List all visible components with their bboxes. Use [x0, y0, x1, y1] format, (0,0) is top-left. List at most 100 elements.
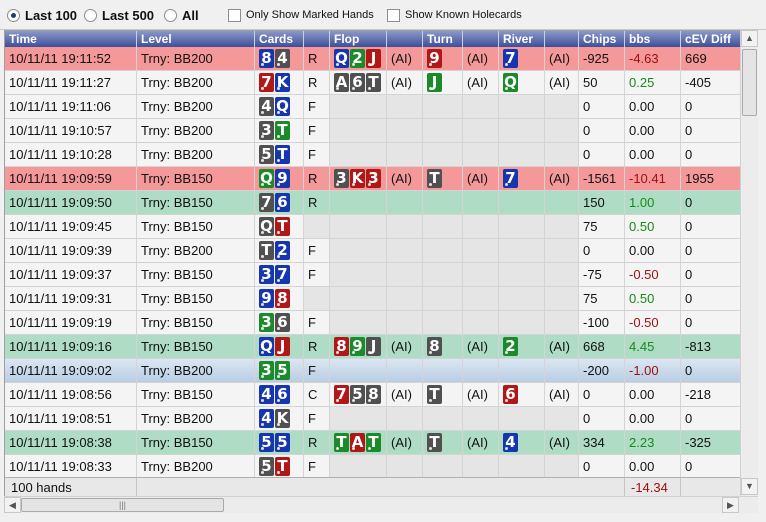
level-cell: Trny: BB150 [137, 263, 255, 286]
action-cell: F [304, 407, 330, 430]
playing-card: T [259, 241, 274, 260]
table-row[interactable]: 10/11/11 19:10:28 Trny: BB200 5 T F 0 0.00 0 [5, 143, 740, 167]
bbs-cell: 0.00 [625, 383, 681, 406]
scroll-up-icon[interactable]: ▲ [741, 30, 758, 47]
turn-cards [423, 263, 463, 286]
table-row[interactable]: 10/11/11 19:08:51 Trny: BB200 4 K F 0 0.00 0 [5, 407, 740, 431]
column-header-chips[interactable]: Chips [579, 31, 625, 47]
flop-ai-cell [387, 119, 423, 142]
only-marked-label: Only Show Marked Hands [246, 9, 374, 21]
column-header-flop[interactable]: Flop [330, 31, 387, 47]
column-header-time[interactable]: Time [5, 31, 137, 47]
table-row[interactable]: 10/11/11 19:09:37 Trny: BB150 3 7 F -75 -0.50 0 [5, 263, 740, 287]
column-header-level[interactable]: Level [137, 31, 255, 47]
chips-cell: 668 [579, 335, 625, 358]
level-cell: Trny: BB150 [137, 311, 255, 334]
level-cell: Trny: BB200 [137, 47, 255, 70]
show-known-checkbox[interactable] [387, 8, 400, 22]
scroll-left-icon[interactable]: ◀ [4, 497, 21, 513]
hole-cards: 76 [255, 191, 304, 214]
action-cell: R [304, 71, 330, 94]
turn-cards: T [423, 383, 463, 406]
column-header-turn[interactable]: Turn [423, 31, 463, 47]
action-cell [304, 215, 330, 238]
table-row[interactable]: 10/11/11 19:09:02 Trny: BB200 3 5 F -200 -1.00… [5, 359, 740, 383]
table-row[interactable]: 10/11/11 19:08:38 Trny: BB150 5 5 R T A T (AI) T(… [5, 431, 740, 455]
river-ai-cell [545, 119, 579, 142]
last100-radio[interactable] [7, 8, 20, 22]
column-header-action[interactable] [304, 31, 330, 47]
vertical-scrollbar[interactable]: ▲ ▼ [740, 30, 758, 496]
level-cell: Trny: BB150 [137, 191, 255, 214]
flop-cards [330, 407, 387, 430]
table-row[interactable]: 10/11/11 19:09:19 Trny: BB150 3 6 F -100 -0.50… [5, 311, 740, 335]
vertical-scroll-thumb[interactable] [742, 49, 757, 116]
table-row[interactable]: 10/11/11 19:09:31 Trny: BB150 9 8 75 0.50 0 [5, 287, 740, 311]
table-row[interactable]: 10/11/11 19:09:45 Trny: BB150 Q T 75 0.50 0 [5, 215, 740, 239]
flop-cards: 758 [330, 383, 387, 406]
table-row[interactable]: 10/11/11 19:08:33 Trny: BB200 5 T F 0 0.00 0 [5, 455, 740, 479]
bbs-cell: -10.41 [625, 167, 681, 190]
time-cell: 10/11/11 19:10:28 [5, 143, 137, 166]
level-cell: Trny: BB200 [137, 71, 255, 94]
all-option[interactable]: All [164, 7, 199, 23]
last500-option[interactable]: Last 500 [84, 7, 154, 23]
river-cards [499, 191, 545, 214]
playing-card: 4 [259, 385, 274, 404]
grid-footer: 100 hands -14.34 [5, 477, 740, 496]
table-row[interactable]: 10/11/11 19:08:56 Trny: BB150 4 6 C 7 5 8 (AI) T(… [5, 383, 740, 407]
table-row[interactable]: 10/11/11 19:09:59 Trny: BB150 Q 9 R 3 K 3 (AI) T(… [5, 167, 740, 191]
cev-cell: 0 [681, 215, 740, 238]
flop-ai-cell [387, 239, 423, 262]
scroll-right-icon[interactable]: ▶ [722, 497, 739, 513]
column-header-flop-ai[interactable] [387, 31, 423, 47]
column-header-cards[interactable]: Cards [255, 31, 304, 47]
flop-ai-cell: (AI) [387, 71, 423, 94]
show-known-option[interactable]: Show Known Holecards [387, 7, 522, 23]
playing-card: 3 [259, 361, 274, 380]
river-ai-cell: (AI) [545, 167, 579, 190]
playing-card: 6 [350, 73, 365, 92]
column-header-cev[interactable]: cEV Diff [681, 31, 740, 47]
horizontal-scroll-thumb[interactable]: ||| [21, 498, 224, 512]
river-ai-cell [545, 143, 579, 166]
level-cell: Trny: BB200 [137, 407, 255, 430]
time-cell: 10/11/11 19:08:51 [5, 407, 137, 430]
flop-ai-cell: (AI) [387, 383, 423, 406]
all-radio[interactable] [164, 8, 177, 22]
bbs-cell: -1.00 [625, 359, 681, 382]
table-row[interactable]: 10/11/11 19:11:06 Trny: BB200 4 Q F 0 0.00 0 [5, 95, 740, 119]
table-row[interactable]: 10/11/11 19:09:50 Trny: BB150 7 6 R 150 1.00 0 [5, 191, 740, 215]
flop-ai-cell [387, 407, 423, 430]
hole-cards: 3T [255, 119, 304, 142]
table-row[interactable]: 10/11/11 19:10:57 Trny: BB200 3 T F 0 0.00 0 [5, 119, 740, 143]
scroll-down-icon[interactable]: ▼ [741, 478, 758, 495]
river-cards: 2 [499, 335, 545, 358]
last500-radio[interactable] [84, 8, 97, 22]
column-header-bbs[interactable]: bbs [625, 31, 681, 47]
bbs-cell: 0.00 [625, 119, 681, 142]
cev-cell: -405 [681, 71, 740, 94]
time-cell: 10/11/11 19:08:38 [5, 431, 137, 454]
column-header-river-ai[interactable] [545, 31, 579, 47]
time-cell: 10/11/11 19:09:31 [5, 287, 137, 310]
river-ai-cell [545, 287, 579, 310]
chips-cell: -75 [579, 263, 625, 286]
level-cell: Trny: BB150 [137, 287, 255, 310]
horizontal-scrollbar[interactable]: ◀ ||| ▶ [4, 496, 758, 513]
column-header-turn-ai[interactable] [463, 31, 499, 47]
cev-cell: -218 [681, 383, 740, 406]
last100-option[interactable]: Last 100 [7, 7, 77, 23]
hands-count: 100 hands [5, 478, 137, 496]
table-row[interactable]: 10/11/11 19:11:52 Trny: BB200 8 4 R Q 2 J (AI) 9(… [5, 47, 740, 71]
column-header-river[interactable]: River [499, 31, 545, 47]
flop-ai-cell: (AI) [387, 167, 423, 190]
table-row[interactable]: 10/11/11 19:09:16 Trny: BB150 Q J R 8 9 J (AI) 8(… [5, 335, 740, 359]
playing-card: T [427, 433, 442, 452]
only-marked-checkbox[interactable] [228, 8, 241, 22]
table-row[interactable]: 10/11/11 19:09:39 Trny: BB200 T 2 F 0 0.00 0 [5, 239, 740, 263]
only-marked-option[interactable]: Only Show Marked Hands [228, 7, 374, 23]
table-row[interactable]: 10/11/11 19:11:27 Trny: BB200 7 K R A 6 T (AI) J(… [5, 71, 740, 95]
playing-card: 4 [259, 97, 274, 116]
turn-cards [423, 359, 463, 382]
